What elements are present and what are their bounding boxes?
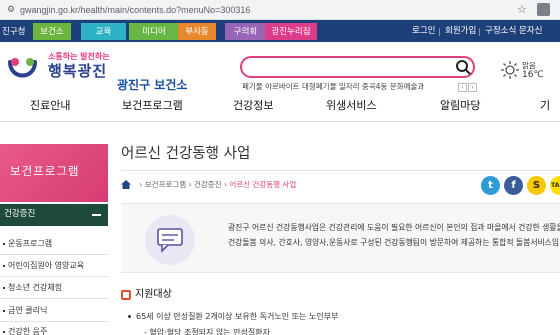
sidebar-section-label: 건강증진 — [4, 209, 36, 219]
top-nav-item-health-center[interactable]: 보건소 — [33, 23, 71, 40]
sidebar-title: 보건프로그램 — [10, 164, 80, 178]
breadcrumb-item[interactable]: 보건프로그램 — [145, 180, 186, 189]
bullet-icon — [3, 265, 5, 267]
sidebar-item-nutrition[interactable]: 어린이집원아 영양교육 — [8, 260, 84, 271]
intro-text: 광진구 어르신 건강동행사업은 건강관리에 도움이 필요한 어르신이 본인의 집… — [228, 220, 560, 250]
bookmark-star-icon[interactable]: ☆ — [517, 3, 527, 16]
divider — [0, 254, 108, 255]
kakaotalk-share-icon[interactable]: TALK — [550, 176, 560, 195]
signup-link[interactable]: 회원가입 — [445, 23, 476, 40]
sidebar-item-no-smoking[interactable]: 금연 클리닉 — [8, 305, 47, 316]
district-logo-icon[interactable] — [6, 54, 39, 87]
weather-condition: 맑음 — [522, 61, 536, 70]
top-nav-item-media[interactable]: 미디어 — [129, 23, 179, 40]
extension-icon[interactable] — [537, 3, 550, 16]
facebook-share-icon[interactable]: f — [504, 176, 523, 195]
main-menu-clinic[interactable]: 진료안내 — [30, 99, 70, 113]
breadcrumb: › 보건프로그램 › 건강증진 › 어르신 건강동행 사업 — [124, 180, 296, 190]
speech-bubble-icon — [145, 215, 195, 265]
top-nav-item-dept[interactable]: 부사동 — [178, 23, 216, 40]
slogan-bottom: 행복광진 — [48, 62, 108, 80]
keywords-prev-button[interactable]: ‹ — [458, 83, 467, 92]
divider — [439, 28, 440, 36]
search-icon[interactable] — [455, 59, 471, 75]
target-criteria-subline: - 혈압·혈당 조절되지 않는 만성질환자 — [144, 328, 271, 335]
divider — [479, 28, 480, 36]
bullet-icon — [3, 287, 5, 289]
popular-keywords[interactable]: 폐기물 아르바이트 대형폐기물 일자리 중곡4동 문화예술과 — [242, 82, 424, 92]
divider — [0, 321, 108, 322]
sun-icon — [501, 61, 519, 79]
page-title: 어르신 건강동행 사업 — [121, 146, 251, 162]
bullet-icon — [3, 310, 5, 312]
top-nav-item-office[interactable]: 진구청 — [0, 23, 30, 40]
site-info-icon[interactable]: ⚙ — [5, 4, 17, 16]
top-nav-item-council[interactable]: 구의회 — [225, 23, 266, 40]
sidebar-item-youth[interactable]: 청소년 건강체험 — [8, 282, 62, 293]
bullet-icon — [3, 331, 5, 333]
section-marker-icon — [121, 290, 131, 300]
bullet-icon — [3, 243, 5, 245]
twitter-share-icon[interactable]: t — [481, 176, 500, 195]
top-nav-item-nuri[interactable]: 광진누리집 — [265, 23, 317, 40]
main-menu-notice[interactable]: 알림마당 — [440, 99, 480, 113]
main-menu-program[interactable]: 보건프로그램 — [122, 99, 183, 113]
breadcrumb-item[interactable]: 건강증진 — [194, 180, 222, 189]
section-title: 지원대상 — [135, 289, 172, 300]
breadcrumb-current: 어르신 건강동행 사업 — [229, 180, 297, 189]
news-sms-link[interactable]: 구정소식 문자신 — [485, 23, 542, 40]
divider — [121, 170, 560, 171]
breadcrumb-item: › — [139, 180, 143, 189]
site-name[interactable]: 광진구 보건소 — [117, 78, 187, 92]
collapse-icon[interactable] — [92, 214, 101, 216]
keywords-next-button[interactable]: › — [468, 83, 477, 92]
search-input[interactable] — [240, 56, 475, 78]
main-menu-hygiene[interactable]: 위생서비스 — [326, 99, 377, 113]
breadcrumb-separator: › — [223, 180, 227, 189]
kakaostory-share-icon[interactable]: S — [527, 176, 546, 195]
main-menu-health-info[interactable]: 건강정보 — [233, 99, 273, 113]
sidebar-item-exercise[interactable]: 운동프로그램 — [8, 238, 52, 249]
breadcrumb-separator: › — [188, 180, 192, 189]
url-text[interactable]: gwangjin.go.kr/health/main/contents.do?m… — [20, 4, 250, 16]
main-menu-more[interactable]: 기 — [540, 99, 550, 113]
login-link[interactable]: 로그인 — [412, 23, 435, 40]
bullet-icon — [128, 315, 131, 318]
top-nav-item-education[interactable]: 교육 — [81, 23, 126, 40]
sidebar-item-drinking[interactable]: 건강한 음주 — [8, 326, 47, 335]
intro-line: 건강돌봄 의사, 간호사, 영양사,운동사로 구성된 건강동행팀이 방문하여 제… — [228, 238, 560, 247]
divider — [0, 298, 108, 299]
intro-line: 광진구 어르신 건강동행사업은 건강관리에 도움이 필요한 어르신이 본인의 집… — [228, 223, 560, 232]
weather-temperature: 16℃ — [522, 70, 544, 80]
divider — [0, 276, 108, 277]
divider — [0, 121, 560, 122]
slogan-top: 소통하는 발전하는 — [48, 52, 110, 61]
target-criteria-line: 65세 이상 만성질환 2개이상 보유한 독거노인 또는 노인부부 — [136, 312, 339, 321]
